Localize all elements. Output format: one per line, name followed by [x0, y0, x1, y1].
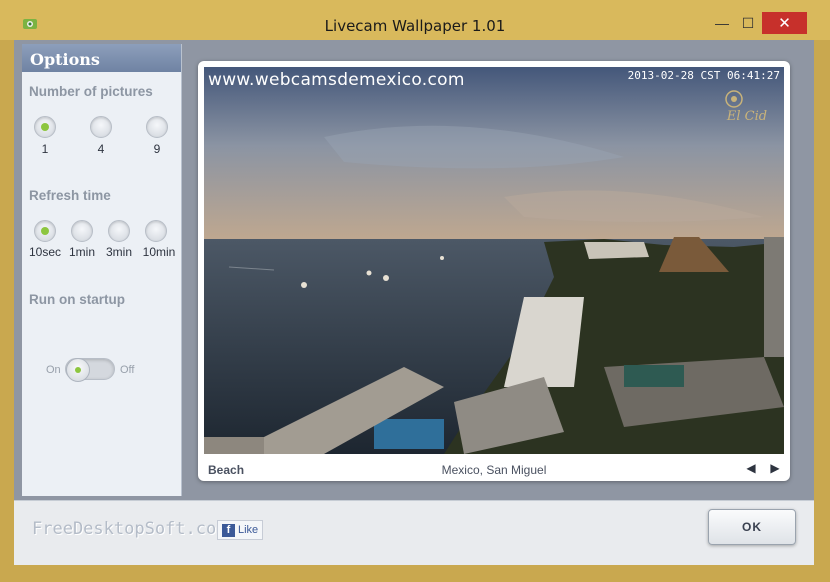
minimize-button[interactable]: —	[710, 12, 734, 34]
watermark-url: www.webcamsdemexico.com	[208, 70, 465, 90]
logo-emblem-icon	[725, 90, 743, 108]
refresh-option-label: 3min	[105, 245, 132, 259]
refresh-option-label: 10min	[142, 245, 176, 259]
webcam-scene	[204, 67, 784, 454]
logo-text: El Cid	[726, 109, 768, 124]
el-cid-logo: El Cid	[722, 89, 772, 124]
next-arrow-icon[interactable]: ▶	[768, 461, 782, 477]
facebook-icon: f	[222, 523, 235, 537]
previous-arrow-icon[interactable]: ◀	[744, 461, 758, 477]
refresh-option-label: 10sec	[28, 245, 62, 259]
pictures-radio-9[interactable]	[146, 116, 168, 138]
ok-button[interactable]: OK	[708, 509, 796, 545]
footer-bar: FreeDesktopSoft.com f Like OK	[14, 500, 814, 565]
toggle-off-label: Off	[120, 364, 135, 376]
refresh-label: Refresh time	[29, 188, 111, 203]
like-label: Like	[238, 524, 259, 536]
brand-link[interactable]: FreeDesktopSoft.com	[32, 519, 226, 539]
toggle-on-label: On	[46, 364, 61, 376]
close-button[interactable]: ✕	[762, 12, 807, 34]
startup-toggle[interactable]	[65, 358, 115, 382]
startup-label: Run on startup	[29, 292, 125, 307]
pictures-option-label: 4	[97, 142, 105, 156]
window-title: Livecam Wallpaper 1.01	[324, 17, 506, 35]
toggle-knob[interactable]	[66, 358, 90, 382]
facebook-like-button[interactable]: f Like	[217, 520, 264, 540]
app-window: Livecam Wallpaper 1.01 — ☐ ✕ Options Num…	[0, 0, 830, 582]
pictures-label: Number of pictures	[29, 84, 153, 99]
main-area: Options Number of pictures 1 4 9 Refresh…	[14, 40, 814, 500]
refresh-option-label: 1min	[68, 245, 95, 259]
refresh-radio-3min[interactable]	[108, 220, 130, 242]
title-bar[interactable]: Livecam Wallpaper 1.01 — ☐ ✕	[0, 0, 830, 40]
pictures-radio-4[interactable]	[90, 116, 112, 138]
camera-timestamp: 2013-02-28 CST 06:41:27	[627, 69, 780, 82]
refresh-radio-10sec[interactable]	[34, 220, 56, 242]
client-area: Options Number of pictures 1 4 9 Refresh…	[14, 40, 814, 565]
webcam-viewer: www.webcamsdemexico.com 2013-02-28 CST 0…	[198, 61, 790, 481]
refresh-radio-10min[interactable]	[145, 220, 167, 242]
pictures-radio-1[interactable]	[34, 116, 56, 138]
options-header: Options	[22, 44, 181, 72]
pictures-option-label: 1	[41, 142, 49, 156]
webcam-image: www.webcamsdemexico.com 2013-02-28 CST 0…	[204, 67, 784, 454]
camera-location: Mexico, San Miguel	[441, 463, 547, 477]
options-sidebar: Options Number of pictures 1 4 9 Refresh…	[22, 44, 182, 496]
refresh-radio-1min[interactable]	[71, 220, 93, 242]
pictures-option-label: 9	[153, 142, 161, 156]
maximize-button[interactable]: ☐	[736, 12, 760, 34]
